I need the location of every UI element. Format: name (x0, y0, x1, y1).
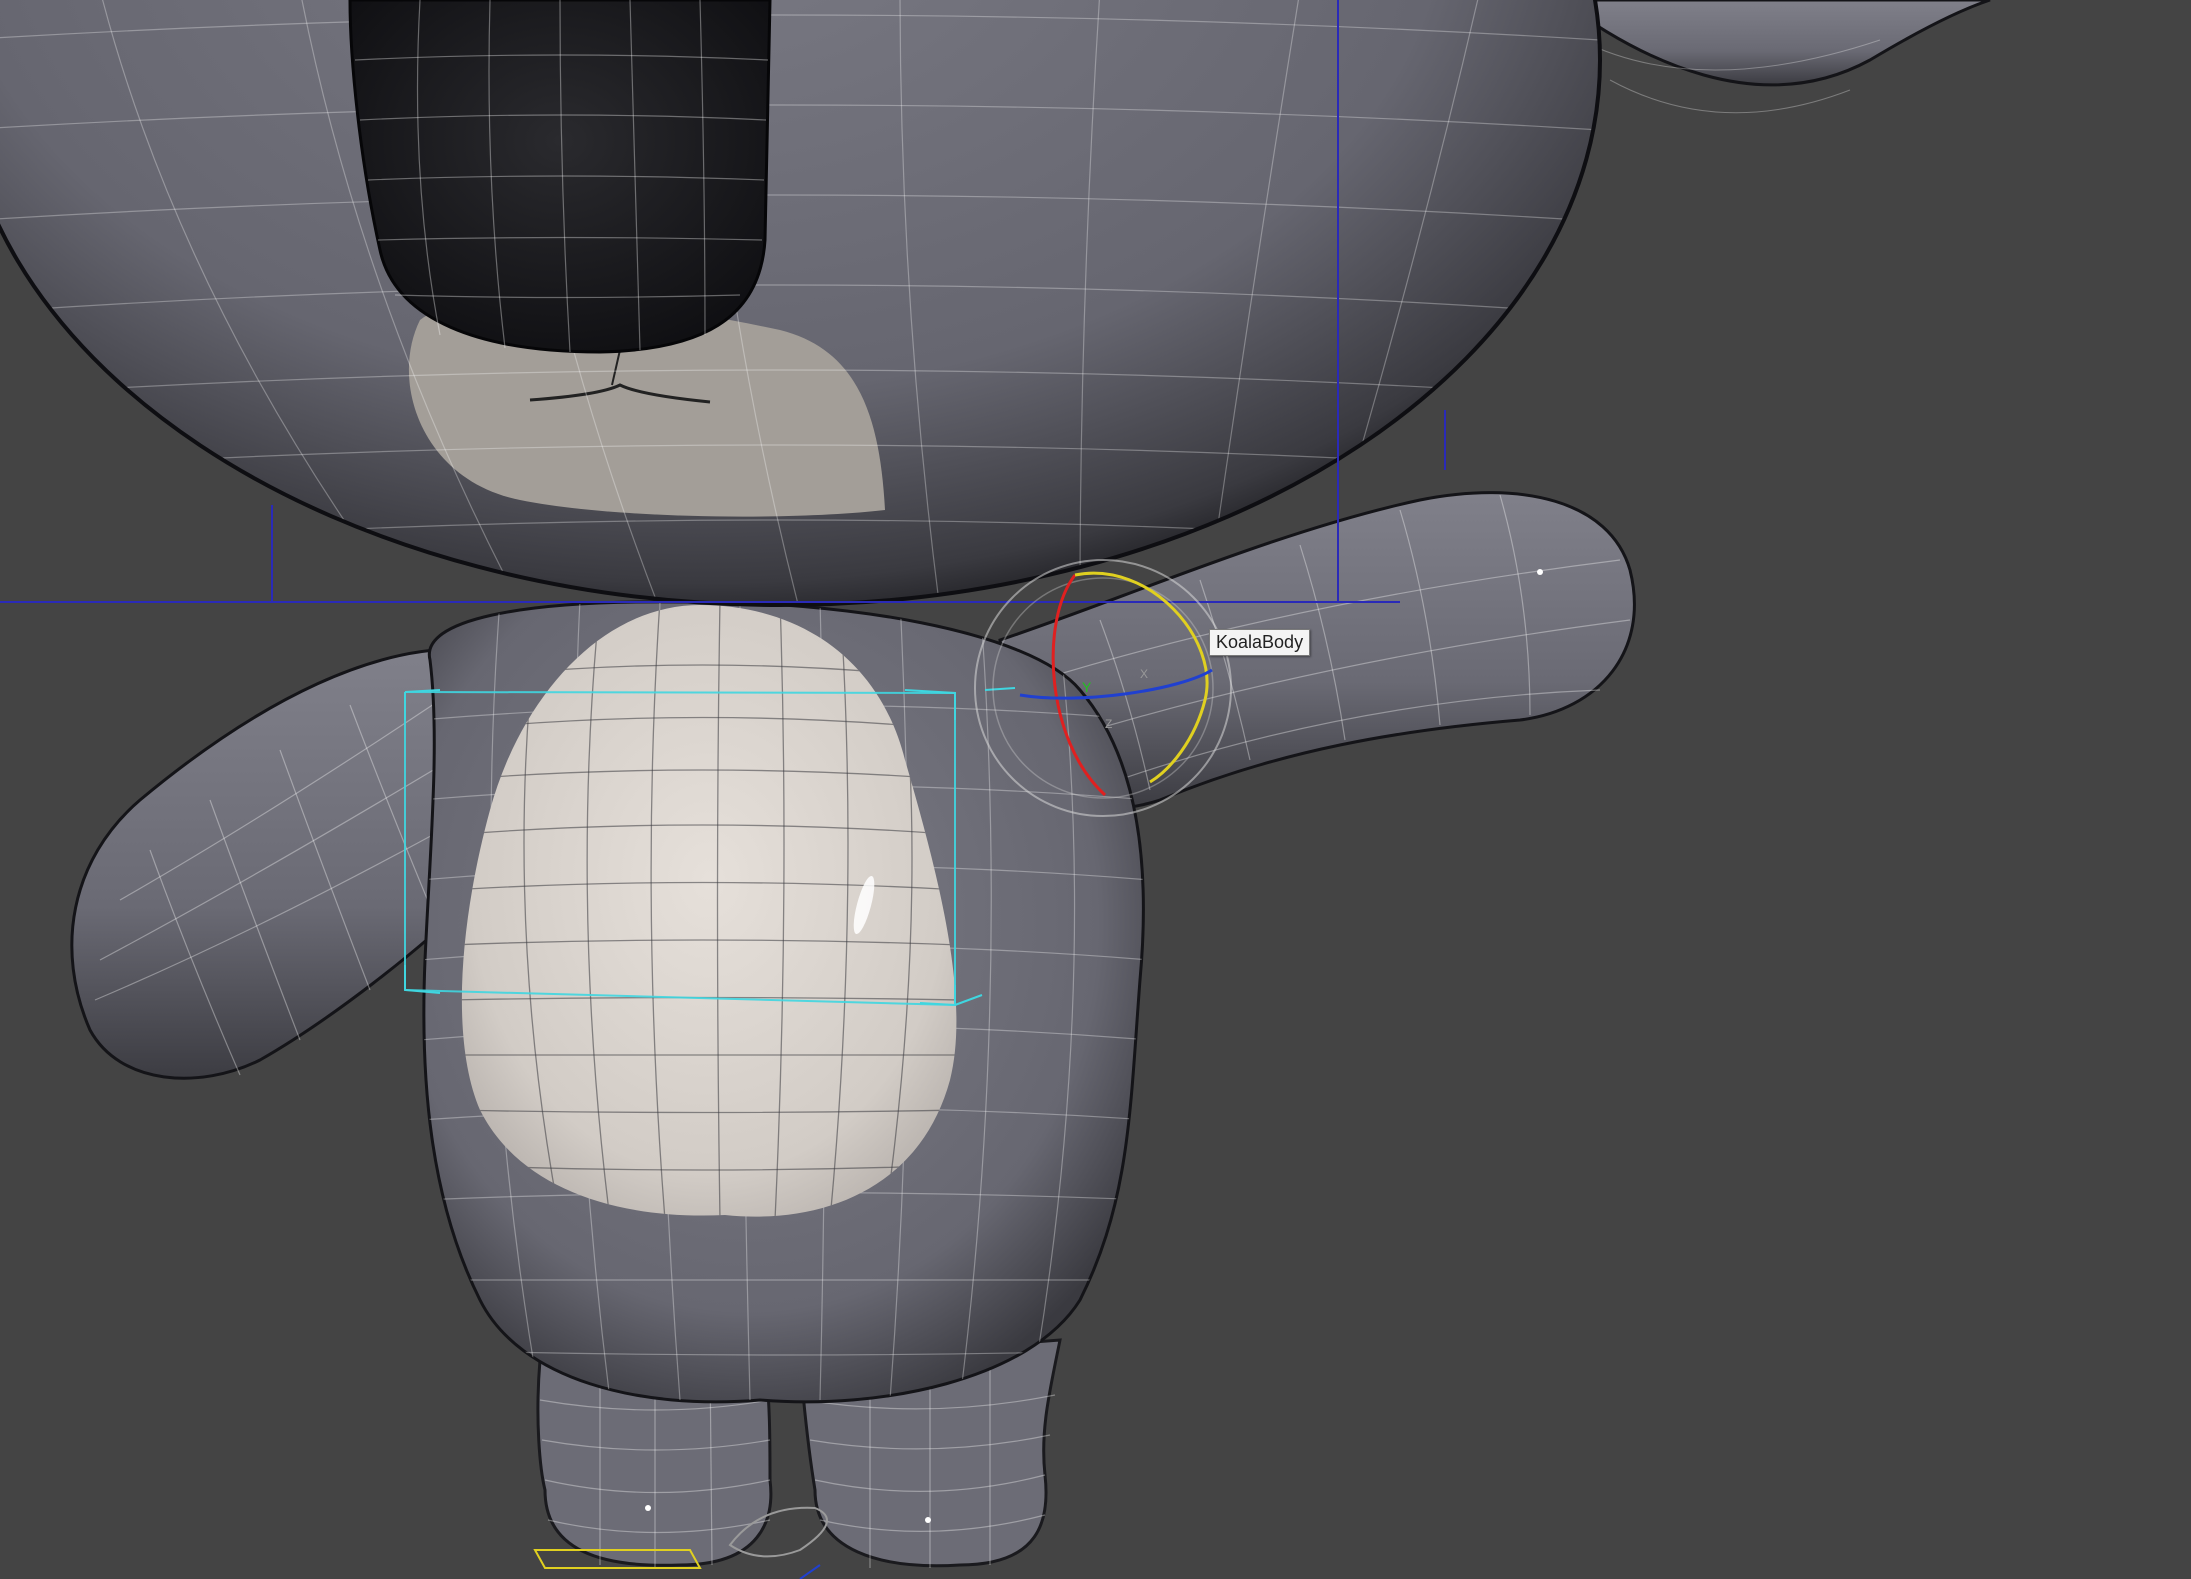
object-name-tooltip: KoalaBody (1209, 629, 1311, 656)
gizmo-x-label: X (1140, 667, 1148, 681)
gizmo-z-label: Z (1105, 717, 1112, 731)
gizmo-y-label: Y (1082, 679, 1092, 695)
3d-viewport[interactable]: Y X Z KoalaBody (0, 0, 2191, 1579)
koala-nose[interactable] (348, 0, 772, 354)
koala-scene[interactable]: Y X Z (0, 0, 2191, 1579)
